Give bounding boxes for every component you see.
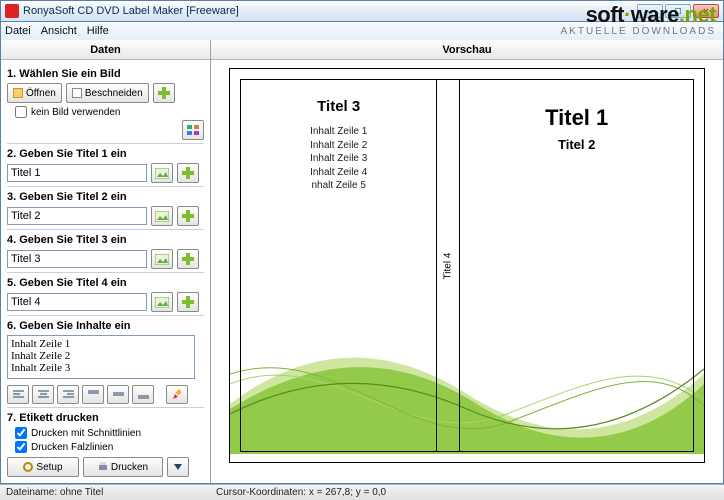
title1-add-button[interactable] — [177, 163, 199, 183]
align-center-button[interactable] — [32, 385, 54, 404]
align-top-button[interactable] — [82, 385, 104, 404]
add-image-button[interactable] — [153, 83, 175, 103]
status-bar: Dateiname: ohne Titel Cursor-Koordinaten… — [0, 484, 724, 500]
window-title: RonyaSoft CD DVD Label Maker [Freeware] — [23, 5, 239, 17]
front-cover: Titel 1 Titel 2 — [459, 79, 694, 452]
status-cursor: Cursor-Koordinaten: x = 267,8; y = 0,0 — [216, 487, 718, 498]
section-5-label: 5. Geben Sie Titel 4 ein — [7, 277, 204, 289]
status-filename: ohne Titel — [60, 487, 103, 498]
title3-input[interactable] — [7, 250, 147, 268]
title4-input[interactable] — [7, 293, 147, 311]
layout-button[interactable] — [182, 120, 204, 140]
preview-title2: Titel 2 — [460, 137, 693, 152]
title3-style-button[interactable] — [151, 249, 173, 269]
align-middle-button[interactable] — [107, 385, 129, 404]
title4-style-button[interactable] — [151, 292, 173, 312]
section-2-label: 2. Geben Sie Titel 1 ein — [7, 148, 204, 160]
spine: Titel 4 — [437, 79, 459, 452]
print-button[interactable]: Drucken — [83, 457, 163, 477]
printer-icon — [98, 462, 108, 472]
preview-canvas[interactable]: Titel 3 Inhalt Zeile 1Inhalt Zeile 2Inha… — [229, 68, 705, 463]
folder-icon — [13, 88, 23, 98]
section-3-label: 3. Geben Sie Titel 2 ein — [7, 191, 204, 203]
preview-content-lines: Inhalt Zeile 1Inhalt Zeile 2Inhalt Zeile… — [241, 125, 436, 193]
cutlines-checkbox[interactable]: Drucken mit Schnittlinien — [15, 427, 204, 439]
left-pane-header: Daten — [1, 40, 210, 60]
section-7-label: 7. Etikett drucken — [7, 412, 204, 424]
edit-content-button[interactable] — [166, 385, 188, 404]
section-6-label: 6. Geben Sie Inhalte ein — [7, 320, 204, 332]
content-textarea[interactable] — [7, 335, 195, 379]
title2-add-button[interactable] — [177, 206, 199, 226]
title1-style-button[interactable] — [151, 163, 173, 183]
title4-add-button[interactable] — [177, 292, 199, 312]
title1-input[interactable] — [7, 164, 147, 182]
align-bottom-button[interactable] — [132, 385, 154, 404]
align-right-button[interactable] — [57, 385, 79, 404]
print-options-button[interactable] — [167, 457, 189, 477]
title2-style-button[interactable] — [151, 206, 173, 226]
foldlines-checkbox[interactable]: Drucken Falzlinien — [15, 441, 204, 453]
menu-view[interactable]: Ansicht — [41, 25, 77, 37]
title3-add-button[interactable] — [177, 249, 199, 269]
app-icon — [5, 4, 19, 18]
open-button[interactable]: Öffnen — [7, 83, 62, 103]
setup-button[interactable]: Setup — [7, 457, 79, 477]
crop-icon — [72, 88, 82, 98]
preview-spine-text: Titel 4 — [443, 252, 454, 279]
align-left-button[interactable] — [7, 385, 29, 404]
section-4-label: 4. Geben Sie Titel 3 ein — [7, 234, 204, 246]
menu-file[interactable]: Datei — [5, 25, 31, 37]
watermark: soft·ware.net AKTUELLE DOWNLOADS — [561, 2, 716, 37]
menu-help[interactable]: Hilfe — [87, 25, 109, 37]
preview-title1: Titel 1 — [460, 105, 693, 131]
gear-icon — [23, 462, 33, 472]
no-image-checkbox[interactable]: kein Bild verwenden — [15, 106, 204, 118]
back-cover: Titel 3 Inhalt Zeile 1Inhalt Zeile 2Inha… — [240, 79, 437, 452]
title2-input[interactable] — [7, 207, 147, 225]
right-pane-header: Vorschau — [211, 40, 723, 60]
preview-title3: Titel 3 — [241, 98, 436, 115]
crop-button[interactable]: Beschneiden — [66, 83, 149, 103]
section-1-label: 1. Wählen Sie ein Bild — [7, 68, 204, 80]
